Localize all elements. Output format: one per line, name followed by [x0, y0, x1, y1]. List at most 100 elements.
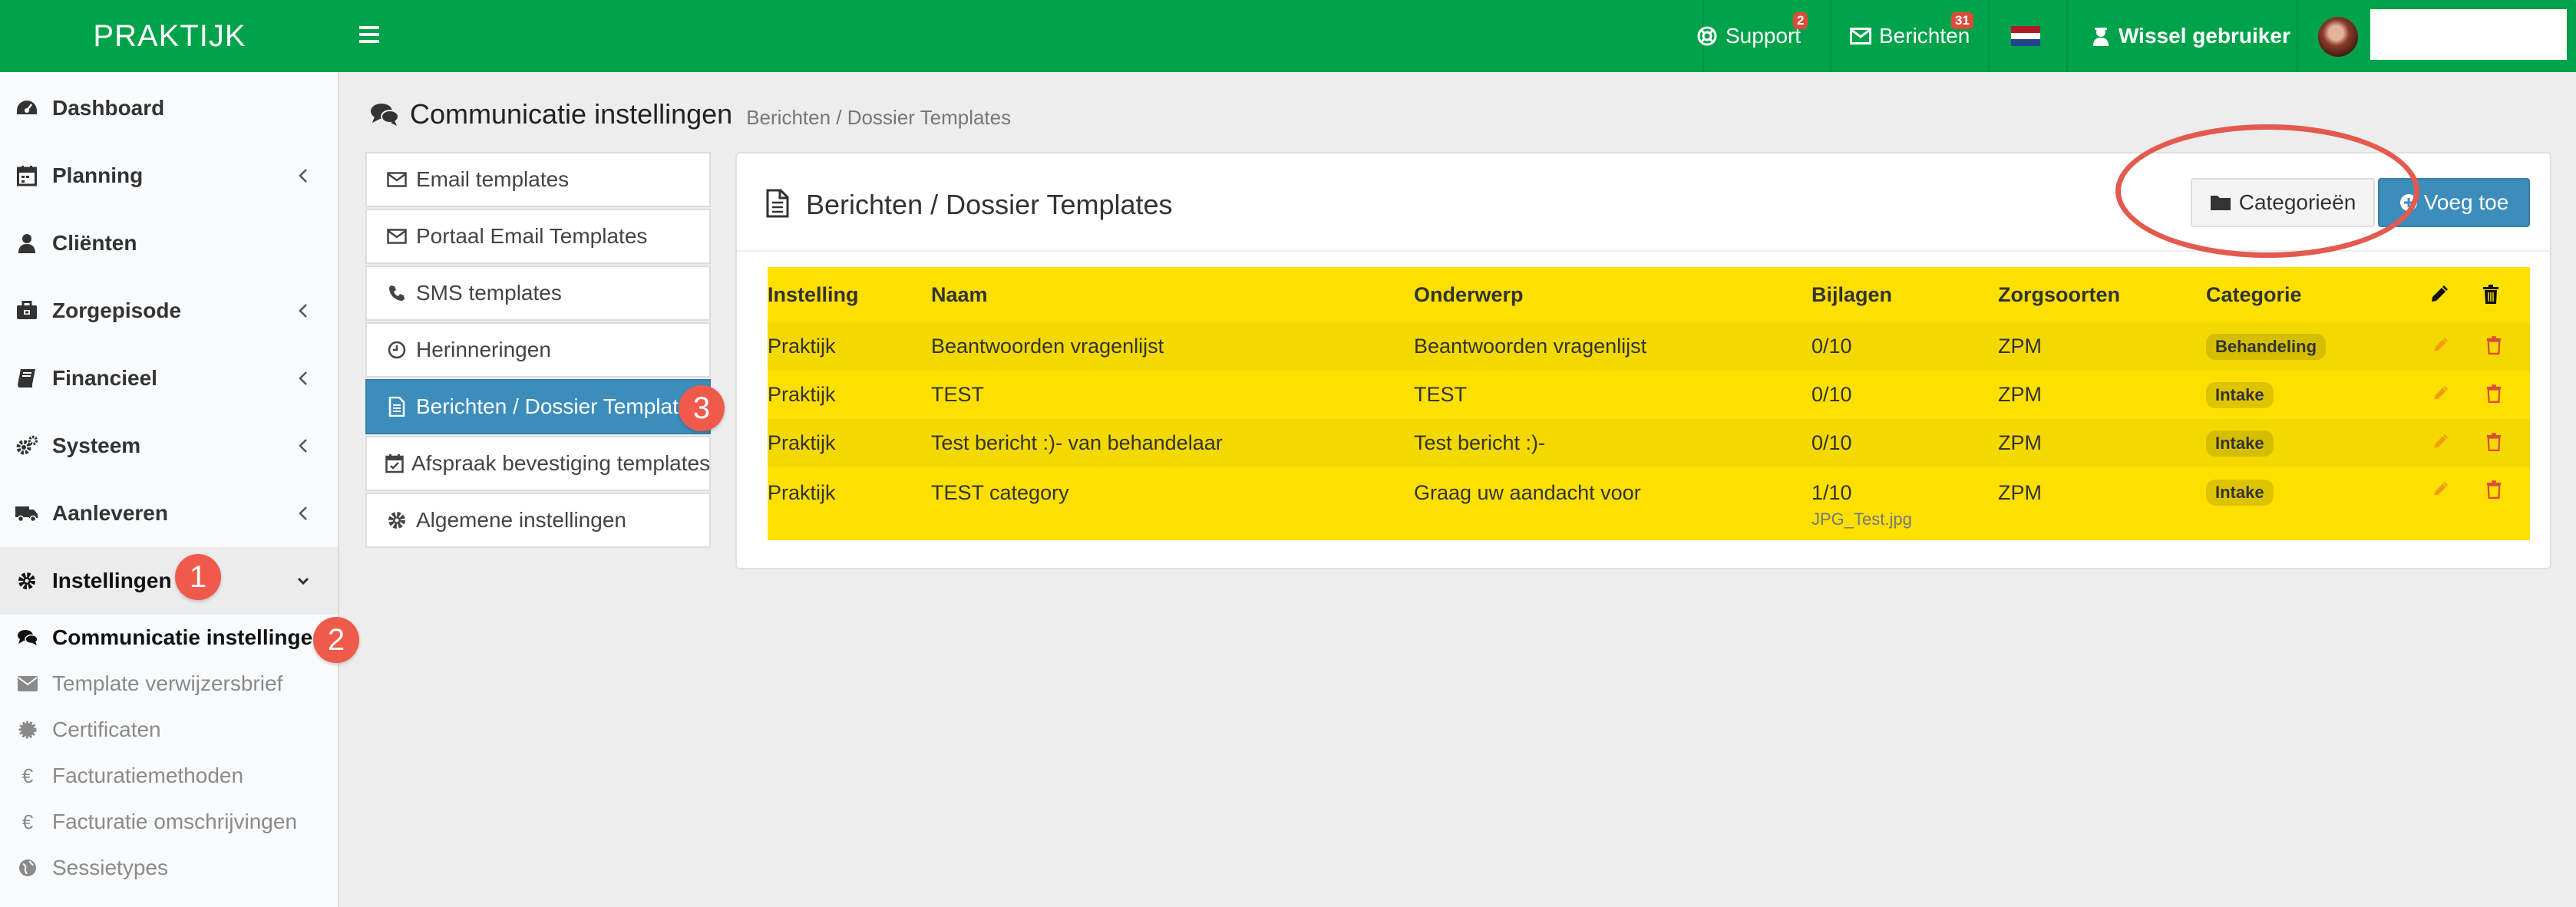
sidebar-subitem-facturatiemethoden[interactable]: € Facturatiemethoden: [0, 753, 338, 799]
table-row[interactable]: Praktijk TEST category Graag uw aandacht…: [768, 467, 2530, 533]
sidebar-item-aanleveren[interactable]: Aanleveren: [0, 480, 338, 547]
pencil-icon: [2432, 385, 2449, 402]
column-header-zorgsoorten[interactable]: Zorgsoorten: [1998, 267, 2206, 322]
delete-button[interactable]: [2482, 430, 2505, 453]
book-icon: [15, 367, 38, 390]
add-button-label: Voeg toe: [2423, 190, 2509, 214]
sidebar-item-planning[interactable]: Planning: [0, 142, 338, 209]
column-header-categorie[interactable]: Categorie: [2206, 267, 2429, 322]
trash-icon: [2486, 432, 2502, 451]
sidebar-item-label: Aanleveren: [52, 501, 168, 525]
chevron-down-icon: [296, 572, 310, 590]
cell-instelling: Praktijk: [768, 431, 836, 454]
tab-afspraak-bevestiging-templates[interactable]: Afspraak bevestiging templates: [365, 436, 711, 491]
column-header-naam[interactable]: Naam: [931, 267, 1414, 322]
cell-bijlagen: 0/10: [1811, 431, 1852, 454]
navbar-divider: [2066, 0, 2068, 72]
sidebar-subitem-sessietypes[interactable]: Sessietypes: [0, 845, 338, 891]
sidebar-item-systeem[interactable]: Systeem: [0, 412, 338, 480]
sidebar-subitem-label: Communicatie instellingen: [52, 625, 326, 649]
column-header-instelling[interactable]: Instelling: [768, 267, 931, 322]
categories-button[interactable]: Categorieën: [2191, 178, 2375, 227]
cell-bijlagen: 0/10: [1811, 383, 1852, 406]
sidebar-subitem-communicatie-instellingen[interactable]: Communicatie instellingen: [0, 615, 338, 661]
chevron-left-icon: [296, 167, 310, 185]
sidebar-item-instellingen[interactable]: Instellingen: [0, 547, 338, 615]
sidebar-subitem-template-verwijzersbrief[interactable]: Template verwijzersbrief: [0, 661, 338, 707]
edit-button[interactable]: [2429, 334, 2452, 357]
sidebar-item-clienten[interactable]: Cliënten: [0, 209, 338, 277]
sidebar-item-label: Instellingen: [52, 569, 172, 592]
submenu-label: Berichten / Dossier Templates: [416, 394, 702, 418]
switch-user-link[interactable]: Wissel gebruiker: [2092, 0, 2307, 72]
delete-button[interactable]: [2482, 334, 2505, 357]
breadcrumb: Berichten / Dossier Templates: [746, 105, 1012, 129]
support-link[interactable]: Support: [1696, 0, 1811, 72]
tab-portaal-email-templates[interactable]: Portaal Email Templates: [365, 209, 711, 264]
sidebar-item-zorgepisode[interactable]: Zorgepisode: [0, 277, 338, 345]
sidebar-item-financieel[interactable]: Financieel: [0, 345, 338, 412]
tab-algemene-instellingen[interactable]: Algemene instellingen: [365, 493, 711, 548]
euro-icon: €: [21, 810, 34, 833]
certificate-icon: [17, 719, 38, 740]
cell-onderwerp: Beantwoorden vragenlijst: [1414, 335, 1647, 358]
envelope-icon: [1850, 28, 1871, 45]
sidebar-subitem-label: Certificaten: [52, 717, 161, 741]
sidebar-item-dashboard[interactable]: Dashboard: [0, 74, 338, 142]
table-row[interactable]: Praktijk Beantwoorden vragenlijst Beantw…: [768, 322, 2530, 371]
table-row[interactable]: Praktijk TEST TEST 0/10 ZPM Intake: [768, 371, 2530, 419]
cell-bijlagen: 0/10: [1811, 335, 1852, 358]
user-icon: [15, 232, 38, 255]
cell-zorgsoorten: ZPM: [1998, 481, 2042, 504]
attachment-link[interactable]: JPG_Test.jpg: [1811, 510, 1998, 529]
avatar[interactable]: [2318, 17, 2358, 57]
tab-berichten-dossier-templates[interactable]: Berichten / Dossier Templates: [365, 379, 711, 434]
tab-email-templates[interactable]: Email templates: [365, 152, 711, 207]
euro-icon: €: [21, 764, 34, 787]
column-header-bijlagen[interactable]: Bijlagen: [1811, 267, 1998, 322]
file-text-icon: [385, 395, 408, 418]
sidebar-item-label: Zorgepisode: [52, 298, 182, 322]
table-row[interactable]: Praktijk Test bericht :)- van behandelaa…: [768, 419, 2530, 467]
gear-icon: [15, 569, 38, 592]
tab-herinneringen[interactable]: Herinneringen: [365, 322, 711, 378]
navbar-divider: [2297, 0, 2298, 72]
step-marker-1: 1: [175, 554, 221, 600]
trash-icon: [2486, 480, 2502, 499]
cell-instelling: Praktijk: [768, 335, 836, 358]
cell-bijlagen: 1/10 JPG_Test.jpg: [1811, 467, 1998, 533]
user-name-box[interactable]: [2370, 9, 2567, 60]
cell-onderwerp: TEST: [1414, 383, 1468, 406]
sidebar-toggle-icon[interactable]: [359, 23, 382, 48]
edit-button[interactable]: [2429, 382, 2452, 405]
edit-button[interactable]: [2429, 430, 2452, 453]
cell-categorie: Behandeling: [2206, 322, 2429, 371]
edit-button[interactable]: [2429, 478, 2452, 501]
cell-onderwerp: Test bericht :)-: [1414, 431, 1546, 454]
sidebar-item-label: Dashboard: [52, 96, 165, 120]
delete-button[interactable]: [2482, 478, 2505, 501]
category-label: Behandeling: [2206, 333, 2327, 360]
messages-link[interactable]: Berichten: [1850, 0, 1980, 72]
language-selector[interactable]: [2011, 0, 2042, 72]
sidebar-subitem-label: Sessietypes: [52, 856, 168, 879]
delete-button[interactable]: [2482, 382, 2505, 405]
column-header-onderwerp[interactable]: Onderwerp: [1414, 267, 1811, 322]
cogs-icon: [15, 434, 38, 457]
trash-icon: [2486, 384, 2502, 403]
table-header-row: Instelling Naam Onderwerp Bijlagen Zorgs…: [768, 267, 2530, 322]
calendar-icon: [15, 164, 38, 187]
sidebar-subitem-certificaten[interactable]: Certificaten: [0, 707, 338, 753]
support-badge: 2: [1793, 12, 1808, 29]
cell-naam: TEST category: [931, 481, 1069, 504]
brand-logo[interactable]: PRAKTIJK: [0, 0, 339, 72]
trash-icon: [2486, 335, 2502, 355]
templates-table: Instelling Naam Onderwerp Bijlagen Zorgs…: [768, 267, 2530, 533]
tab-sms-templates[interactable]: SMS templates: [365, 266, 711, 321]
cell-instelling: Praktijk: [768, 481, 836, 504]
step-marker-2: 2: [313, 617, 359, 663]
pencil-icon: [2432, 481, 2449, 498]
envelope-icon: [17, 673, 38, 694]
add-template-button[interactable]: Voeg toe: [2378, 178, 2530, 227]
sidebar-subitem-facturatie-omschrijvingen[interactable]: € Facturatie omschrijvingen: [0, 799, 338, 845]
